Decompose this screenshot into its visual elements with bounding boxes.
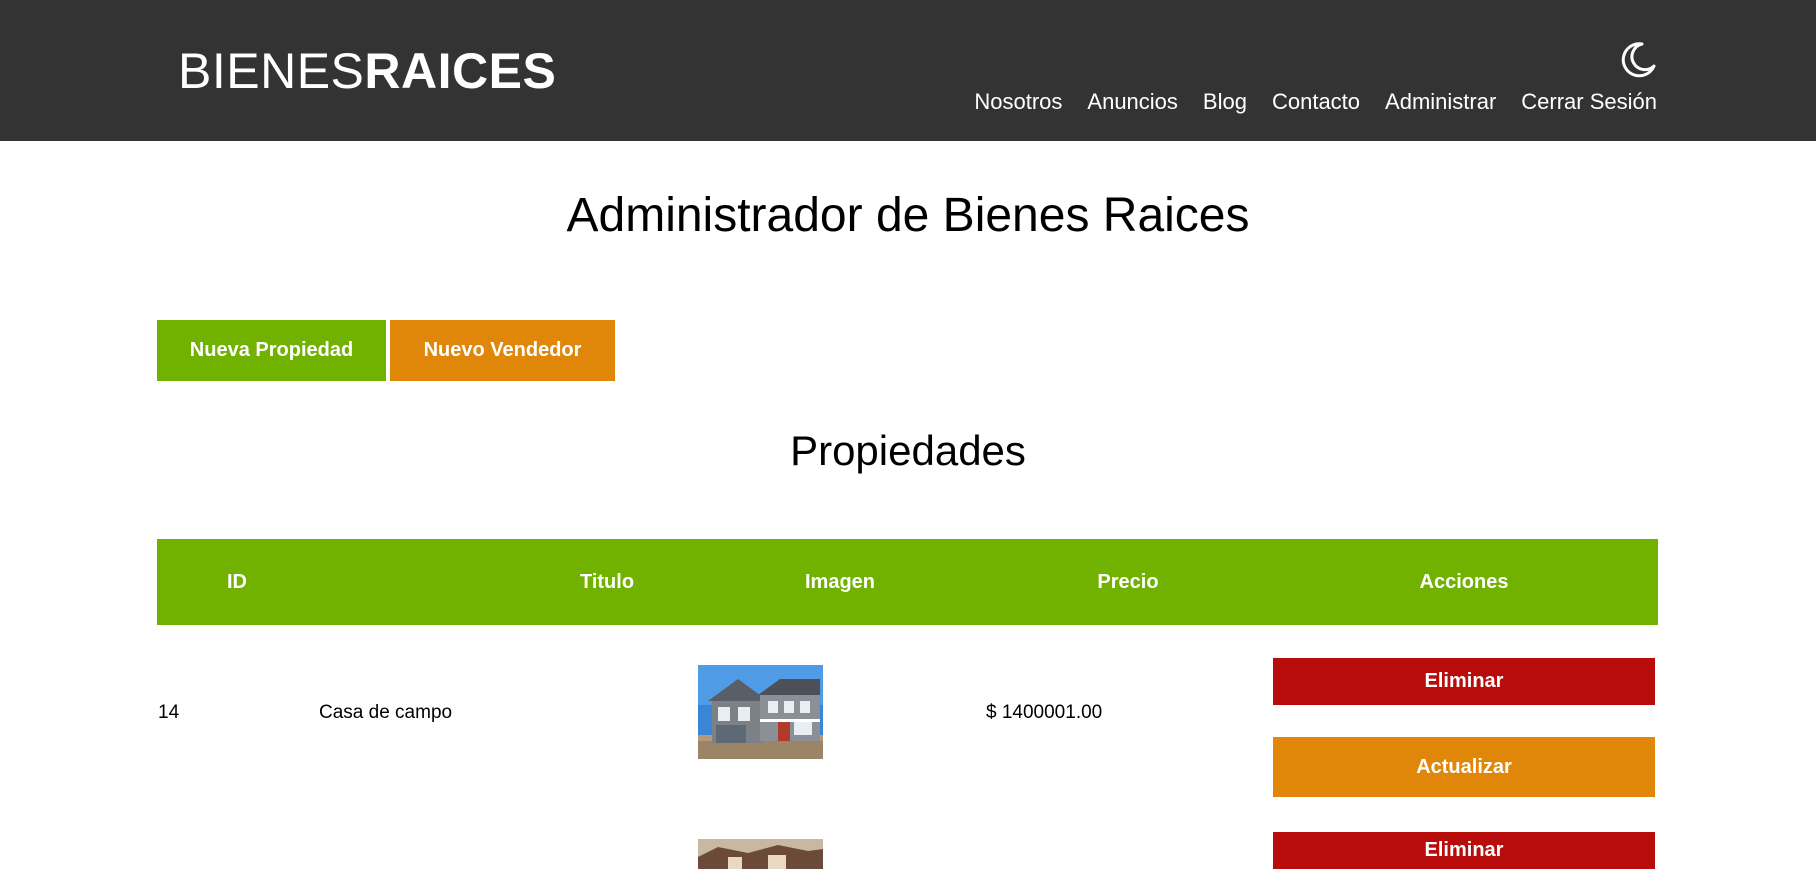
section-title: Propiedades: [790, 427, 1026, 474]
nav-link-anuncios[interactable]: Anuncios: [1087, 88, 1178, 116]
site-header: BIENESRAICES Nosotros Anuncios Blog Cont…: [0, 0, 1816, 141]
new-property-button[interactable]: Nueva Propiedad: [157, 320, 386, 381]
delete-button[interactable]: Eliminar: [1273, 658, 1655, 705]
logo-bold-text: RAICES: [364, 43, 557, 99]
nav-link-cerrar-sesion[interactable]: Cerrar Sesión: [1521, 88, 1657, 116]
delete-button[interactable]: Eliminar: [1273, 832, 1655, 869]
main-nav: Nosotros Anuncios Blog Contacto Administ…: [974, 88, 1657, 116]
column-header-imagen: Imagen: [804, 571, 876, 593]
column-header-acciones: Acciones: [1419, 571, 1509, 593]
logo-thin-text: BIENES: [178, 43, 365, 99]
new-seller-button[interactable]: Nuevo Vendedor: [390, 320, 615, 381]
update-button[interactable]: Actualizar: [1273, 737, 1655, 797]
page-title: Administrador de Bienes Raices: [566, 189, 1250, 242]
nav-link-administrar[interactable]: Administrar: [1385, 88, 1496, 116]
nav-link-contacto[interactable]: Contacto: [1272, 88, 1360, 116]
cell-price: $ 1400001.00: [986, 702, 1103, 723]
moon-icon[interactable]: [1618, 40, 1658, 80]
nav-link-blog[interactable]: Blog: [1203, 88, 1247, 116]
column-header-precio: Precio: [1097, 571, 1159, 593]
site-logo[interactable]: BIENESRAICES: [178, 46, 556, 96]
cell-title: Casa de campo: [319, 702, 453, 723]
column-header-titulo: Titulo: [579, 571, 635, 593]
column-header-id: ID: [227, 571, 247, 593]
cell-id: 14: [158, 702, 180, 723]
table-header: ID Titulo Imagen Precio Acciones: [157, 539, 1658, 625]
nav-link-nosotros[interactable]: Nosotros: [974, 88, 1062, 116]
property-thumbnail: [698, 839, 823, 869]
property-thumbnail: [698, 665, 823, 759]
